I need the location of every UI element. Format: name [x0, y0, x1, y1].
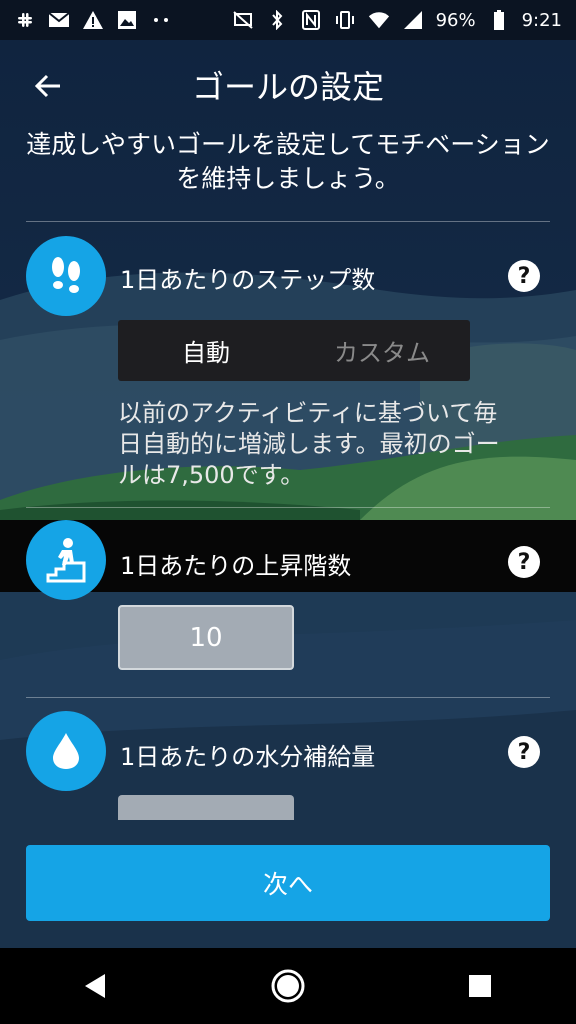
floors-label: 1日あたりの上昇階数 [120, 552, 352, 580]
floors-value-input[interactable]: 10 [118, 605, 294, 670]
vibrate-icon [334, 9, 356, 31]
header: ゴールの設定 [0, 56, 576, 116]
water-label: 1日あたりの水分補給量 [120, 743, 376, 771]
divider [26, 221, 550, 222]
divider [26, 507, 550, 508]
steps-custom-option[interactable]: カスタム [294, 320, 470, 381]
nav-home-button[interactable] [258, 956, 318, 1016]
bluetooth-icon [266, 9, 288, 31]
page-title: ゴールの設定 [191, 68, 384, 106]
navigation-bar [0, 948, 576, 1024]
image-icon [116, 9, 138, 31]
clock: 9:21 [521, 9, 562, 31]
square-recents-icon [469, 975, 491, 997]
floors-help-icon[interactable]: ? [508, 546, 540, 578]
footprints-icon [26, 236, 106, 316]
steps-label: 1日あたりのステップ数 [120, 266, 376, 294]
stairs-icon [26, 520, 106, 600]
status-bar: 96% 9:21 [0, 0, 576, 40]
subtitle: 達成しやすいゴールを設定してモチベーションを維持しましょう。 [26, 130, 550, 193]
steps-description: 以前のアクティビティに基づいて毎日自動的に増減します。最初のゴールは7,500で… [118, 399, 500, 489]
steps-help-icon[interactable]: ? [508, 260, 540, 292]
battery-percent: 96% [435, 9, 476, 31]
more-dots-icon [150, 9, 172, 31]
nfc-icon [300, 9, 322, 31]
wifi-icon [368, 9, 390, 31]
nav-recents-button[interactable] [450, 956, 510, 1016]
gmail-icon [48, 9, 70, 31]
water-help-icon[interactable]: ? [508, 736, 540, 768]
nav-back-button[interactable] [66, 956, 126, 1016]
battery-icon [488, 9, 510, 31]
steps-mode-toggle: 自動 カスタム [118, 320, 470, 381]
home-circle-icon [271, 969, 305, 1003]
triangle-back-icon [85, 974, 105, 998]
wireless-charging-off-icon [232, 9, 254, 31]
signal-icon [402, 9, 424, 31]
water-drop-icon [26, 711, 106, 791]
next-button[interactable]: 次へ [26, 845, 550, 921]
warning-icon [82, 9, 104, 31]
water-value-input[interactable] [118, 795, 294, 820]
steps-auto-option[interactable]: 自動 [118, 320, 294, 381]
divider [26, 697, 550, 698]
slack-icon [14, 9, 36, 31]
